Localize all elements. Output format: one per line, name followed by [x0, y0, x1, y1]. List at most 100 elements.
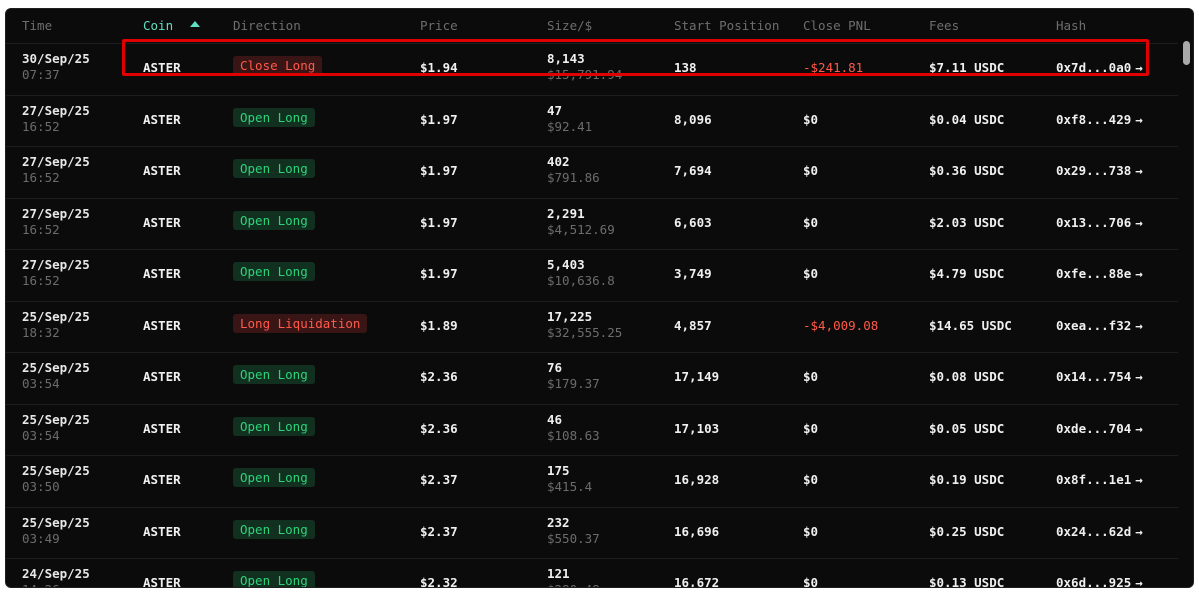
trade-history-panel: Time Coin Direction Price Size/$ Start P…: [5, 8, 1194, 588]
start-position-value: 138: [674, 60, 697, 75]
table-row[interactable]: 25/Sep/25 18:32 ASTER Long Liquidation $1.89…: [6, 300, 1178, 354]
hash-link[interactable]: 0x6d...925 →: [1056, 575, 1143, 587]
coin-label: ASTER: [143, 472, 181, 487]
arrow-right-icon[interactable]: →: [1135, 60, 1143, 75]
fees-value: $0.04 USDC: [929, 111, 1005, 127]
hash-text[interactable]: 0x29...738: [1056, 163, 1131, 178]
direction-badge: Open Long: [233, 262, 315, 281]
start-position-value: 3,749: [674, 266, 712, 281]
table-header: Time Coin Direction Price Size/$ Start P…: [6, 9, 1193, 43]
price-value: $2.36: [420, 369, 458, 384]
size-usd-value: $4,512.69: [547, 221, 615, 237]
hash-link[interactable]: 0x7d...0a0 →: [1056, 60, 1143, 75]
fees-value: $0.25 USDC: [929, 523, 1005, 539]
hash-text[interactable]: 0xfe...88e: [1056, 266, 1131, 281]
arrow-right-icon[interactable]: →: [1135, 215, 1143, 230]
close-pnl-value: $0: [803, 111, 819, 127]
hash-text[interactable]: 0x24...62d: [1056, 524, 1131, 539]
header-price[interactable]: Price: [420, 18, 458, 33]
table-row[interactable]: 24/Sep/2514:26 ASTER Open Long $2.32 121$280…: [6, 558, 1178, 588]
direction-badge: Open Long: [233, 365, 315, 384]
direction-badge: Open Long: [233, 468, 315, 487]
arrow-right-icon[interactable]: →: [1135, 421, 1143, 436]
hash-link[interactable]: 0xea...f32 →: [1056, 318, 1143, 333]
scrollbar-thumb[interactable]: [1183, 41, 1190, 65]
direction-badge: Open Long: [233, 519, 315, 539]
size-value: 8,143: [547, 51, 585, 66]
hash-text[interactable]: 0xf8...429: [1056, 112, 1131, 127]
hash-link[interactable]: 0xde...704 →: [1056, 421, 1143, 436]
price-value: $2.36: [420, 420, 458, 436]
table-row[interactable]: 25/Sep/25 03:54 ASTER Open Long $2.36 46 $108.…: [6, 403, 1178, 457]
close-pnl-value: -$241.81: [803, 60, 864, 75]
header-time[interactable]: Time: [22, 18, 52, 33]
header-coin[interactable]: Coin: [143, 18, 173, 33]
table-row[interactable]: 27/Sep/25 16:52 ASTER Open Long $1.97 5,403 $1…: [6, 249, 1178, 302]
header-start-position[interactable]: Start Position: [674, 18, 779, 33]
size-value: 46: [547, 411, 563, 427]
hash-link[interactable]: 0x29...738 →: [1056, 163, 1143, 178]
hash-text[interactable]: 0x14...754: [1056, 369, 1131, 384]
direction-badge: Close Long: [233, 56, 323, 75]
time-clock: 03:54: [22, 376, 60, 391]
arrow-right-icon[interactable]: →: [1135, 472, 1143, 487]
hash-link[interactable]: 0x24...62d →: [1056, 524, 1143, 539]
size-usd-value: $108.63: [547, 427, 600, 443]
hash-text[interactable]: 0x13...706: [1056, 215, 1131, 230]
time-clock: 03:54: [22, 427, 60, 443]
price-value: $2.37: [420, 472, 458, 487]
time-date: 25/Sep/25: [22, 360, 90, 375]
header-close-pnl[interactable]: Close PNL: [803, 18, 871, 33]
arrow-right-icon[interactable]: →: [1135, 318, 1143, 333]
arrow-right-icon[interactable]: →: [1135, 266, 1143, 281]
arrow-right-icon[interactable]: →: [1135, 369, 1143, 384]
time-date: 25/Sep/25: [22, 308, 90, 324]
size-value: 47: [547, 102, 563, 118]
hash-text[interactable]: 0x7d...0a0: [1056, 60, 1131, 75]
time-date: 25/Sep/25: [22, 514, 90, 530]
time-date: 30/Sep/25: [22, 51, 90, 66]
arrow-right-icon[interactable]: →: [1135, 524, 1143, 539]
hash-text[interactable]: 0xde...704: [1056, 421, 1131, 436]
arrow-right-icon[interactable]: →: [1135, 575, 1143, 587]
close-pnl-value: $0: [803, 266, 819, 281]
start-position-value: 16,672: [674, 575, 720, 588]
coin-label: ASTER: [143, 60, 181, 75]
table-row[interactable]: 27/Sep/25 16:52 ASTER Open Long $1.97 402 $791…: [6, 146, 1178, 199]
hash-link[interactable]: 0x14...754 →: [1056, 369, 1143, 384]
price-value: $1.97: [420, 163, 458, 178]
size-value: 402: [547, 154, 570, 169]
hash-text[interactable]: 0x6d...925: [1056, 575, 1131, 587]
size-value: 232: [547, 514, 570, 530]
time-date: 24/Sep/25: [22, 566, 90, 581]
header-fees[interactable]: Fees: [929, 18, 959, 33]
header-hash[interactable]: Hash: [1056, 18, 1086, 33]
close-pnl-value: $0: [803, 523, 819, 539]
fees-value: $0.19 USDC: [929, 472, 1005, 487]
direction-badge: Open Long: [233, 107, 315, 127]
hash-link[interactable]: 0x13...706 →: [1056, 215, 1143, 230]
arrow-right-icon[interactable]: →: [1135, 163, 1143, 178]
table-row[interactable]: 27/Sep/25 16:52 ASTER Open Long $1.97 47 $92.4…: [6, 94, 1178, 148]
coin-label: ASTER: [143, 317, 181, 333]
hash-text[interactable]: 0x8f...1e1: [1056, 472, 1131, 487]
hash-link[interactable]: 0xf8...429 →: [1056, 112, 1143, 127]
table-row[interactable]: 30/Sep/25 07:37 ASTER Close Long $1.94 8,143 $…: [6, 43, 1178, 96]
fees-value: $0.05 USDC: [929, 420, 1005, 436]
table-row[interactable]: 27/Sep/25 16:52 ASTER Open Long $1.97 2,291 $4…: [6, 197, 1178, 251]
arrow-right-icon[interactable]: →: [1135, 112, 1143, 127]
start-position-value: 16,928: [674, 472, 720, 487]
hash-text[interactable]: 0xea...f32: [1056, 318, 1131, 333]
hash-link[interactable]: 0xfe...88e →: [1056, 266, 1143, 281]
table-row[interactable]: 25/Sep/25 03:54 ASTER Open Long $2.36 76 $179.…: [6, 352, 1178, 405]
sort-ascending-icon[interactable]: [190, 21, 200, 27]
header-size[interactable]: Size/$: [547, 18, 592, 33]
hash-link[interactable]: 0x8f...1e1 →: [1056, 472, 1143, 487]
table-row[interactable]: 25/Sep/25 03:49 ASTER Open Long $2.37 232 $550…: [6, 506, 1178, 560]
scrollbar[interactable]: [1179, 9, 1193, 587]
coin-label: ASTER: [143, 369, 181, 384]
header-direction[interactable]: Direction: [233, 18, 301, 33]
table-row[interactable]: 25/Sep/25 03:50 ASTER Open Long $2.37 175 $415…: [6, 455, 1178, 508]
start-position-value: 17,149: [674, 369, 720, 384]
price-value: $1.97: [420, 266, 458, 281]
